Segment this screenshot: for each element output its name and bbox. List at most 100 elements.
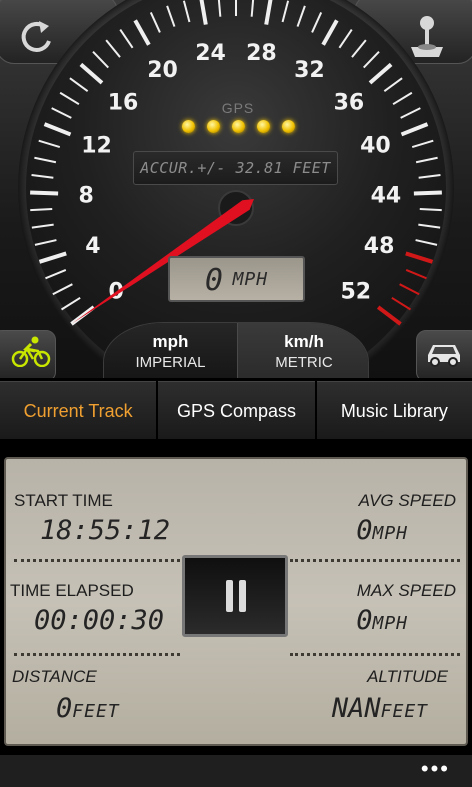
- accuracy-display: ACCUR.+/- 32.81 FEET: [133, 151, 338, 185]
- imperial-unit-caption: IMPERIAL: [135, 354, 206, 371]
- minor-tick: [281, 0, 290, 23]
- minor-tick: [351, 39, 367, 58]
- altitude-value: NANFEET: [332, 693, 428, 724]
- minor-tick: [217, 0, 222, 17]
- minor-tick: [34, 156, 57, 164]
- minor-tick: [119, 29, 134, 49]
- divider: [290, 559, 460, 562]
- minor-tick: [415, 239, 438, 246]
- metric-unit-label: km/h: [284, 332, 324, 351]
- max-speed-value: 0MPH: [356, 605, 408, 636]
- minor-tick: [383, 77, 403, 92]
- major-tick: [70, 305, 96, 326]
- divider: [290, 653, 460, 656]
- unit-toggle: mph IMPERIAL km/h METRIC: [103, 322, 369, 378]
- major-tick: [321, 19, 339, 46]
- minor-tick: [166, 5, 176, 27]
- major-tick: [376, 305, 402, 326]
- gps-label: GPS: [221, 100, 255, 116]
- metric-unit-button[interactable]: km/h METRIC: [237, 323, 368, 378]
- minor-tick: [182, 0, 191, 23]
- imperial-unit-button[interactable]: mph IMPERIAL: [104, 323, 237, 378]
- minor-tick: [52, 283, 73, 296]
- pause-button[interactable]: [182, 555, 288, 637]
- dial-number-36: 36: [334, 90, 365, 115]
- dial-number-24: 24: [195, 41, 226, 66]
- tab-music-library[interactable]: Music Library: [316, 381, 472, 439]
- minor-tick: [399, 283, 420, 296]
- avg-speed-label: AVG SPEED: [358, 491, 456, 510]
- altitude-unit: FEET: [380, 701, 428, 722]
- minor-tick: [411, 139, 434, 148]
- dial-number-8: 8: [78, 184, 93, 209]
- speed-value: 0: [204, 263, 223, 298]
- divider: [14, 653, 180, 656]
- dial-number-32: 32: [294, 58, 325, 83]
- dial-number-20: 20: [147, 58, 178, 83]
- major-tick: [413, 190, 442, 196]
- dial-number-48: 48: [364, 234, 395, 259]
- minor-tick: [311, 12, 323, 33]
- minor-tick: [59, 91, 80, 106]
- major-tick: [38, 251, 67, 264]
- max-speed-digits: 0: [356, 605, 373, 636]
- minor-tick: [415, 156, 438, 164]
- altitude-digits: NAN: [331, 693, 381, 724]
- minor-tick: [338, 29, 353, 49]
- dial-number-52: 52: [340, 279, 371, 304]
- metric-unit-caption: METRIC: [275, 354, 333, 371]
- minor-tick: [419, 208, 442, 212]
- minor-tick: [92, 51, 109, 69]
- major-tick: [43, 122, 72, 137]
- gps-signal-dot: [257, 120, 270, 133]
- time-elapsed-digits: 00:00:30: [34, 605, 165, 636]
- minor-tick: [149, 12, 161, 33]
- speed-display: 0 MPH: [168, 256, 305, 302]
- start-time-value: 18:55:12: [40, 515, 170, 546]
- major-tick: [133, 19, 151, 46]
- distance-digits: 0: [56, 693, 73, 724]
- major-tick: [199, 0, 208, 25]
- speed-unit: MPH: [232, 269, 269, 290]
- dial-number-28: 28: [246, 41, 277, 66]
- time-elapsed-label: TIME ELAPSED: [10, 581, 134, 600]
- tab-gps-compass[interactable]: GPS Compass: [158, 381, 315, 439]
- major-tick: [405, 251, 434, 264]
- gps-signal-dot: [232, 120, 245, 133]
- minor-tick: [405, 269, 427, 280]
- distance-label: DISTANCE: [12, 667, 97, 686]
- avg-speed-digits: 0: [356, 515, 373, 546]
- more-options-button[interactable]: •••: [421, 758, 450, 780]
- avg-speed-unit: MPH: [372, 523, 408, 544]
- avg-speed-value: 0MPH: [356, 515, 408, 546]
- max-speed-unit: MPH: [372, 613, 408, 634]
- pause-icon-bar: [226, 580, 233, 612]
- distance-value: 0FEET: [56, 693, 120, 724]
- pause-icon-bar: [239, 580, 246, 612]
- time-elapsed-value: 00:00:30: [34, 605, 164, 636]
- divider: [14, 559, 180, 562]
- dial-number-4: 4: [85, 234, 100, 259]
- altitude-label: ALTITUDE: [367, 667, 448, 686]
- major-tick: [79, 62, 104, 85]
- major-tick: [368, 62, 393, 85]
- minor-tick: [418, 223, 441, 229]
- minor-tick: [250, 0, 255, 17]
- minor-tick: [418, 174, 441, 179]
- imperial-unit-label: mph: [152, 332, 189, 351]
- start-time-digits: 18:55:12: [40, 515, 171, 546]
- major-tick: [264, 0, 273, 25]
- gps-signal-dot: [182, 120, 195, 133]
- speedometer-area: 0481216202428323640444852 GPS ACCUR.+/- …: [0, 0, 472, 378]
- minor-tick: [34, 239, 57, 246]
- minor-tick: [31, 174, 54, 179]
- dial-number-12: 12: [81, 134, 112, 159]
- minor-tick: [69, 77, 89, 92]
- max-speed-label: MAX SPEED: [356, 581, 456, 600]
- tab-current-track[interactable]: Current Track: [0, 381, 157, 439]
- dial-number-16: 16: [108, 90, 139, 115]
- minor-tick: [391, 296, 412, 311]
- minor-tick: [400, 107, 421, 119]
- gps-signal-dot: [207, 120, 220, 133]
- minor-tick: [392, 91, 413, 106]
